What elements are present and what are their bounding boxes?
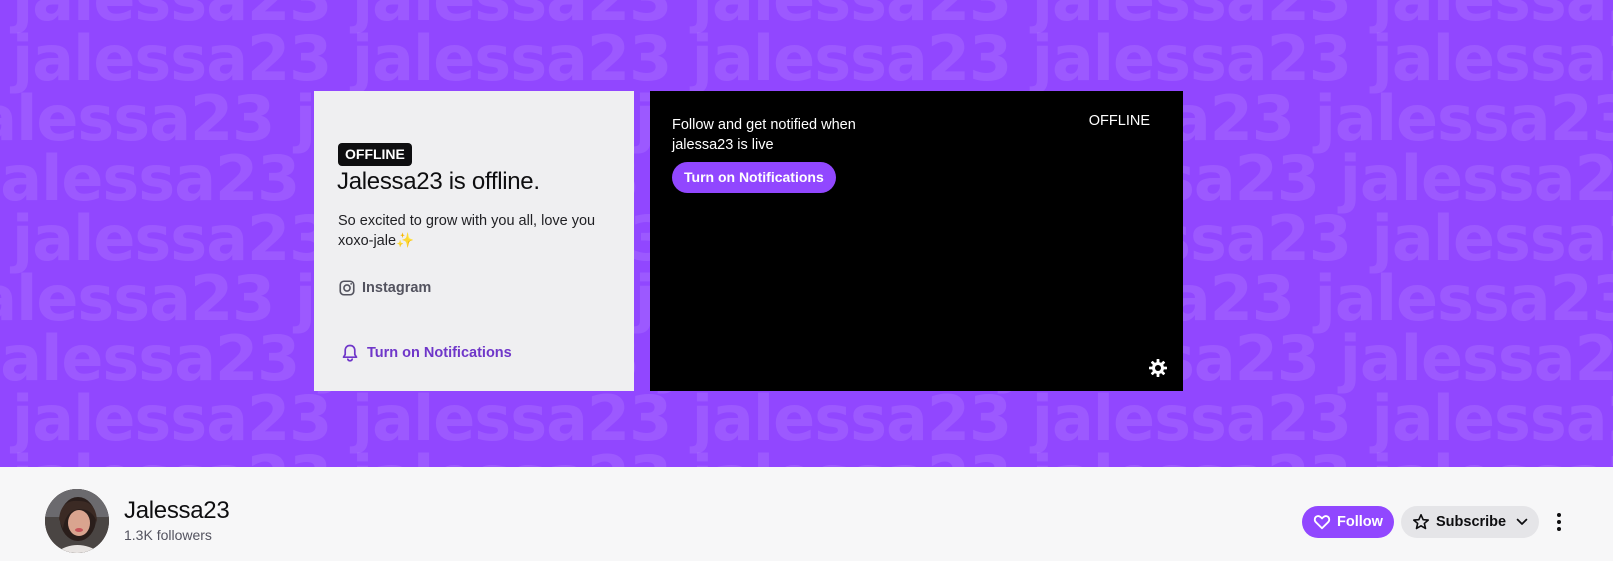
follower-count: 1.3K followers (124, 527, 212, 543)
offline-badge: OFFLINE (338, 143, 412, 166)
watermark-row: jalessa23 jalessa23 jalessa23 jalessa23 … (12, 22, 1613, 95)
channel-bio: So excited to grow with you all, love yo… (338, 213, 596, 249)
follow-button[interactable]: Follow (1302, 506, 1394, 538)
turn-on-notifications-link[interactable]: Turn on Notifications (342, 344, 512, 362)
star-icon (1412, 513, 1430, 530)
player-notifications-button[interactable]: Turn on Notifications (672, 162, 836, 193)
subscribe-label: Subscribe (1436, 514, 1507, 530)
subscribe-button[interactable]: Subscribe (1401, 506, 1539, 538)
more-options-button[interactable] (1547, 506, 1571, 538)
heart-icon (1313, 515, 1331, 530)
instagram-link[interactable]: Instagram (338, 279, 431, 297)
follow-label: Follow (1337, 514, 1383, 530)
player-follow-message: Follow and get notified when jalessa23 i… (672, 117, 856, 153)
channel-name[interactable]: Jalessa23 (124, 497, 230, 525)
player-status-label: OFFLINE (1088, 113, 1150, 129)
channel-info-bar: Jalessa23 1.3K followers Follow Subscrib… (0, 467, 1613, 561)
avatar[interactable] (45, 489, 109, 553)
instagram-icon (339, 280, 355, 296)
watermark-row: jalessa23 jalessa23 jalessa23 jalessa23 … (12, 382, 1613, 455)
more-vertical-icon (1557, 513, 1561, 531)
watermark-row: jalessa23 jalessa23 jalessa23 jalessa23 … (12, 448, 1613, 468)
offline-title: Jalessa23 is offline. (337, 168, 540, 195)
channel-banner: jalessa23 jalessa23 jalessa23 jalessa23 … (0, 0, 1613, 467)
video-player[interactable]: Follow and get notified when jalessa23 i… (650, 91, 1183, 391)
gear-icon[interactable] (1148, 358, 1168, 378)
instagram-label: Instagram (362, 280, 432, 296)
chevron-down-icon (1516, 518, 1528, 525)
notifications-link-label: Turn on Notifications (367, 345, 512, 361)
bell-icon (342, 344, 358, 362)
offline-info-card: OFFLINE Jalessa23 is offline. So excited… (314, 91, 634, 391)
